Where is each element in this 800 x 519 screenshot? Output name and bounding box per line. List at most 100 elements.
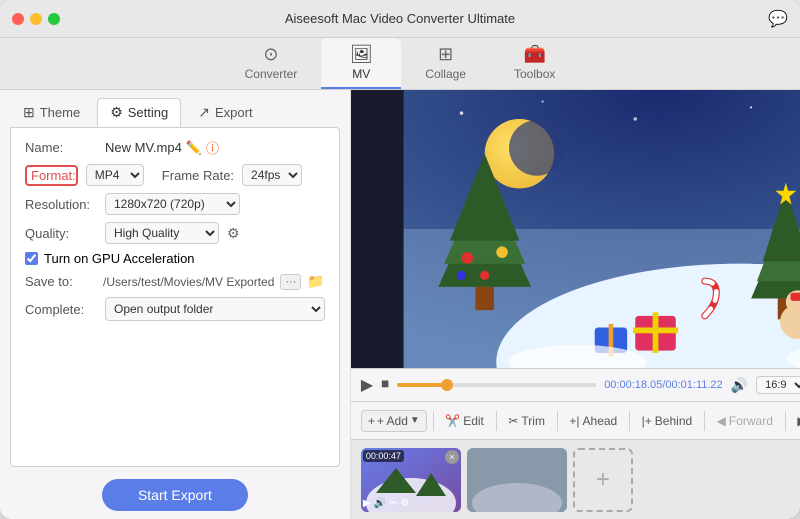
start-export-button[interactable]: Start Export [102,479,248,511]
add-clip-button[interactable]: + [573,448,633,512]
bottom-toolbar: + + Add ▼ ✂️ Edit ✂ Trim +| Ahead [351,401,800,439]
progress-fill [397,383,447,387]
play-button[interactable]: ▶ [361,375,373,395]
progress-thumb [441,379,453,391]
format-label: Format: [31,168,76,183]
toolbox-icon: 🧰 [523,44,545,65]
quality-gear-icon[interactable]: ⚙ [227,225,240,242]
collage-icon: ⊞ [438,44,453,65]
plus-icon: + [596,466,610,494]
folder-icon[interactable]: 📁 [307,273,324,290]
titlebar: Aiseesoft Mac Video Converter Ultimate 💬 [0,0,800,38]
tab-toolbox[interactable]: 🧰 Toolbox [490,38,579,89]
setting-gear-icon: ⚙ [110,104,123,121]
ahead-label: Ahead [583,414,618,428]
frame-rate-label: Frame Rate: [162,168,234,183]
clip-audio-icon[interactable]: 🔊 [374,498,386,509]
start-export-container: Start Export [0,467,350,519]
clip-thumbnail-2 [467,448,567,512]
sub-tabs: ⊞ Theme ⚙ Setting ↗ Export [0,90,350,127]
gpu-label: Turn on GPU Acceleration [44,251,195,266]
save-row: Save to: /Users/test/Movies/MV Exported … [25,273,325,290]
complete-select[interactable]: Open output folder Do nothing [105,297,325,321]
quality-row: Quality: High Quality Medium Quality Low… [25,222,325,244]
frame-rate-select[interactable]: 24fps 30fps 60fps [242,164,302,186]
playback-bar: ▶ ⏹ 00:00:18.05/00:01:11.22 🔊 16:9 4:3 1… [351,368,800,401]
time-total: 00:01:11.22 [665,379,722,391]
quality-select[interactable]: High Quality Medium Quality Low Quality [105,222,219,244]
quality-label: Quality: [25,226,97,241]
subtab-theme[interactable]: ⊞ Theme [10,98,93,127]
subtab-export-label: Export [215,105,253,120]
christmas-scene-svg [351,90,800,368]
theme-grid-icon: ⊞ [23,104,35,121]
tab-toolbox-label: Toolbox [514,67,555,81]
export-arrow-icon: ↗ [198,104,210,121]
add-icon: + [368,414,375,428]
clip-play-icon[interactable]: ▶ [363,498,371,509]
filmstrip: 00:00:47 × ▶ 🔊 ✂ ⚙ [351,439,800,519]
tab-collage[interactable]: ⊞ Collage [401,38,490,89]
clip-scissors-icon[interactable]: ✂ [389,498,397,509]
ahead-button[interactable]: +| Ahead [563,411,623,431]
progress-track[interactable] [397,383,596,387]
trim-button[interactable]: ✂ Trim [502,411,551,431]
resolution-select[interactable]: 1280x720 (720p) 1920x1080 (1080p) 3840x2… [105,193,240,215]
gpu-checkbox[interactable] [25,252,38,265]
main-content: ⊞ Theme ⚙ Setting ↗ Export Name: [0,90,800,519]
minimize-button[interactable] [30,13,42,25]
info-icon[interactable]: ⓘ [206,138,219,157]
close-button[interactable] [12,13,24,25]
forward-label: Forward [729,414,773,428]
subtab-export[interactable]: ↗ Export [185,98,265,127]
name-label: Name: [25,140,97,155]
resolution-label: Resolution: [25,197,97,212]
behind-button[interactable]: |+ Behind [636,411,699,431]
app-window: Aiseesoft Mac Video Converter Ultimate 💬… [0,0,800,519]
tab-mv[interactable]: 🖼 MV [321,38,401,89]
edit-label: Edit [463,414,484,428]
settings-form: Name: New MV.mp4 ✏️ ⓘ Format: MP4 MOV [10,127,340,467]
converter-icon: ⊙ [263,44,278,65]
add-label: + Add [377,414,408,428]
clip-controls-1: ▶ 🔊 ✂ ⚙ [363,498,410,509]
path-dots-button[interactable]: ··· [280,274,301,290]
stop-button[interactable]: ⏹ [381,376,389,394]
right-panel: ▶ ⏹ 00:00:18.05/00:01:11.22 🔊 16:9 4:3 1… [351,90,800,519]
backward-button[interactable]: ▶ Backward [791,411,800,431]
clip-item-2[interactable] [467,448,567,512]
complete-label: Complete: [25,302,97,317]
clip-close-1[interactable]: × [445,450,459,464]
window-title: Aiseesoft Mac Video Converter Ultimate [285,11,515,26]
main-nav: ⊙ Converter 🖼 MV ⊞ Collage 🧰 Toolbox [0,38,800,90]
subtab-setting[interactable]: ⚙ Setting [97,98,181,127]
aspect-select[interactable]: 16:9 4:3 1:1 [756,376,800,394]
complete-row: Complete: Open output folder Do nothing [25,297,325,321]
subtab-setting-label: Setting [128,105,168,120]
subtab-theme-label: Theme [40,105,80,120]
tab-converter-label: Converter [245,67,298,81]
clip-item-1[interactable]: 00:00:47 × ▶ 🔊 ✂ ⚙ [361,448,461,512]
maximize-button[interactable] [48,13,60,25]
forward-button[interactable]: ◀ Forward [711,411,779,431]
mv-icon: 🖼 [350,44,373,65]
add-button[interactable]: + + Add ▼ [361,410,427,432]
tab-collage-label: Collage [425,67,466,81]
name-value: New MV.mp4 ✏️ ⓘ [105,138,219,157]
behind-label: Behind [655,414,692,428]
edit-icon[interactable]: ✏️ [186,140,202,156]
traffic-lights [12,13,60,25]
tab-converter[interactable]: ⊙ Converter [221,38,322,89]
chat-icon[interactable]: 💬 [768,9,788,29]
format-label-box: Format: [25,165,78,186]
edit-icon: ✂️ [445,414,460,428]
clip-adjust-icon[interactable]: ⚙ [400,498,409,509]
gpu-row: Turn on GPU Acceleration [25,251,325,266]
save-path: /Users/test/Movies/MV Exported [103,275,274,289]
save-label: Save to: [25,274,97,289]
edit-button[interactable]: ✂️ Edit [439,411,490,431]
video-preview [351,90,800,368]
volume-icon[interactable]: 🔊 [731,377,748,394]
format-select[interactable]: MP4 MOV MKV [86,164,144,186]
add-dropdown-icon: ▼ [410,415,420,426]
